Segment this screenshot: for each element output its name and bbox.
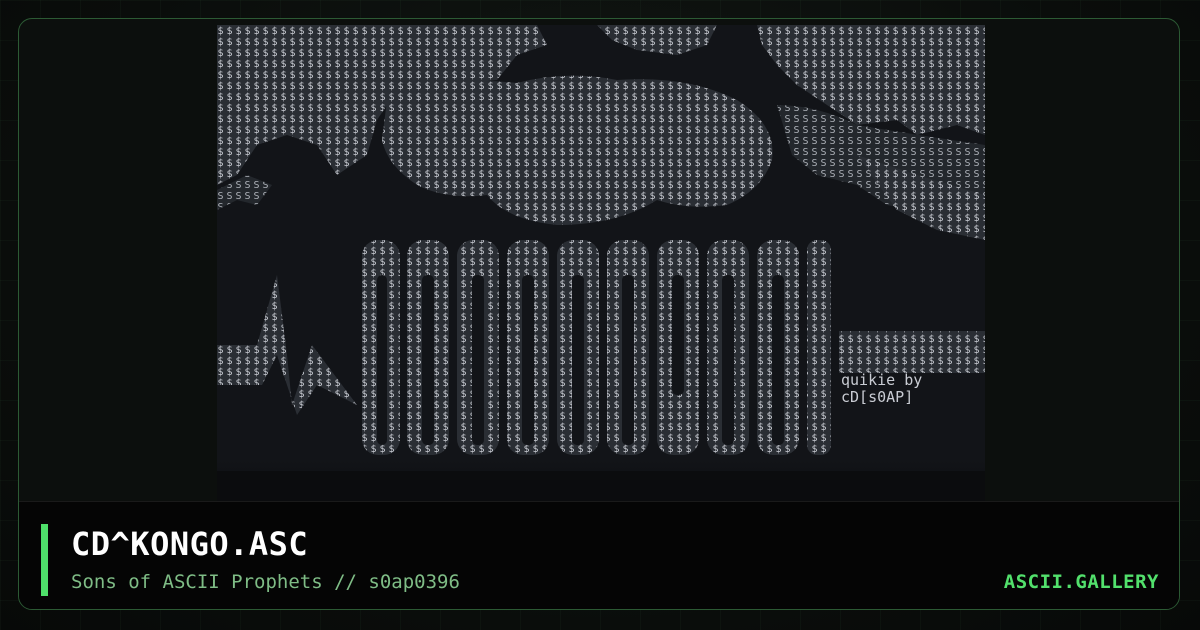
accent-bar [41, 524, 48, 596]
artwork-subtitle: Sons of ASCII Prophets // s0ap0396 [71, 571, 460, 593]
preview-card: $ S [18, 18, 1180, 610]
ascii-signature-line2: cD[s0AP] [841, 388, 913, 406]
ascii-side-stripe [839, 331, 985, 373]
card-footer: CD^KONGO.ASC Sons of ASCII Prophets // s… [19, 501, 1179, 609]
site-brand: ASCII.GALLERY [1003, 571, 1159, 593]
ascii-art-preview: $ S [217, 25, 985, 501]
artwork-title: CD^KONGO.ASC [71, 525, 309, 563]
ascii-logo-letters [362, 240, 831, 455]
ascii-signature-line1: quikie by [841, 371, 922, 389]
